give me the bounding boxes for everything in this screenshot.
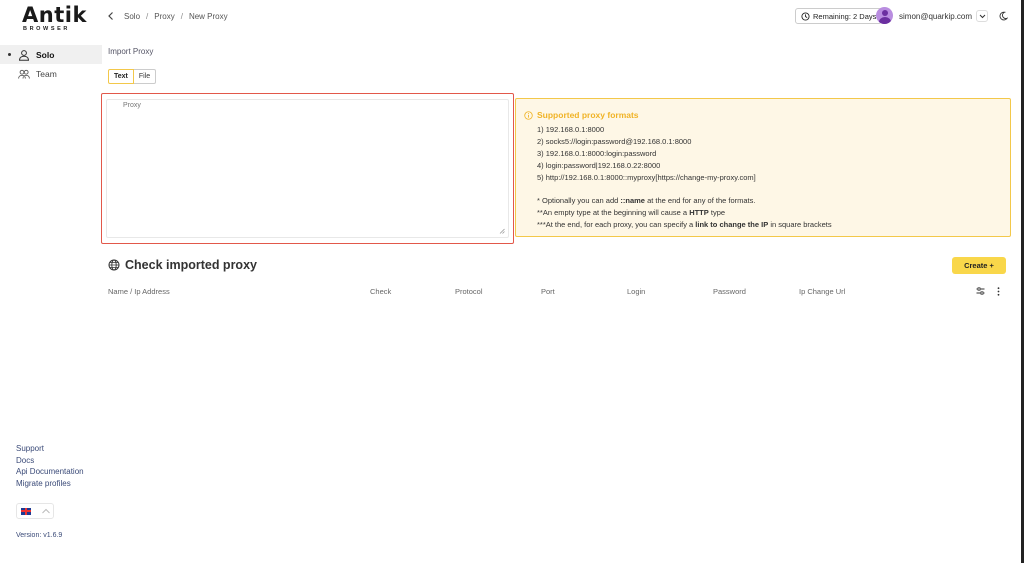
format-item: 3) 192.168.0.1:8000:login:password <box>537 149 657 158</box>
chevron-up-icon <box>42 508 50 514</box>
sidebar-nav: Solo Team <box>0 45 102 83</box>
check-proxy-title: Check imported proxy <box>108 258 257 272</box>
back-arrow-icon[interactable] <box>106 11 116 21</box>
note-text: **An empty type at the beginning will ca… <box>537 208 690 217</box>
note-text: * Optionally you can add <box>537 196 621 205</box>
format-item: 1) 192.168.0.1:8000 <box>537 125 605 134</box>
note-text: ***At the end, for each proxy, you can s… <box>537 220 696 229</box>
col-login[interactable]: Login <box>627 287 645 296</box>
sidebar-item-solo[interactable]: Solo <box>0 45 102 64</box>
tab-file[interactable]: File <box>133 69 157 84</box>
account-menu-button[interactable] <box>976 10 988 22</box>
top-header: Solo / Proxy / New Proxy Remaining: 2 Da… <box>102 0 1024 34</box>
sidebar-item-label: Team <box>36 68 57 79</box>
sidebar-item-team[interactable]: Team <box>0 64 102 83</box>
uk-flag-icon <box>21 507 31 515</box>
note-bold: link to change the IP <box>695 220 769 229</box>
breadcrumb-solo[interactable]: Solo <box>124 12 140 21</box>
migrate-profiles-link[interactable]: Migrate profiles <box>16 478 84 490</box>
col-check[interactable]: Check <box>370 287 391 296</box>
note-http: **An empty type at the beginning will ca… <box>537 207 832 219</box>
remaining-text: Remaining: 2 Days <box>813 11 877 21</box>
proxy-textarea-wrapper: Proxy <box>101 93 514 244</box>
proxy-table-header: Name / Ip Address Check Protocol Port Lo… <box>108 287 968 297</box>
support-link[interactable]: Support <box>16 443 84 455</box>
version-label: Version: v1.6.9 <box>16 532 63 539</box>
note-bold: ::name <box>620 196 645 205</box>
import-mode-tabs: Text File <box>108 69 157 84</box>
breadcrumb-proxy[interactable]: Proxy <box>154 12 174 21</box>
docs-link[interactable]: Docs <box>16 455 84 467</box>
globe-icon <box>108 259 120 271</box>
breadcrumb-separator: / <box>146 12 149 21</box>
table-actions <box>973 285 1005 297</box>
api-documentation-link[interactable]: Api Documentation <box>16 466 84 478</box>
sidebar-footer-links: Support Docs Api Documentation Migrate p… <box>16 443 84 490</box>
remaining-badge[interactable]: Remaining: 2 Days <box>795 8 883 24</box>
breadcrumb: Solo / Proxy / New Proxy <box>124 12 228 21</box>
moon-icon[interactable] <box>998 11 1008 21</box>
check-proxy-title-text: Check imported proxy <box>125 258 257 272</box>
note-bold: HTTP <box>689 208 709 217</box>
import-proxy-title: Import Proxy <box>108 47 154 56</box>
supported-formats-panel: Supported proxy formats 1) 192.168.0.1:8… <box>515 98 1011 237</box>
sliders-icon <box>976 287 984 295</box>
col-ip-change-url[interactable]: Ip Change Url <box>799 287 845 296</box>
resize-handle-icon[interactable] <box>499 228 505 234</box>
chevron-down-icon <box>979 14 985 18</box>
note-change-ip: ***At the end, for each proxy, you can s… <box>537 219 832 231</box>
logo-main-text: Antik <box>22 3 87 27</box>
note-name: * Optionally you can add ::name at the e… <box>537 195 832 207</box>
note-text: at the end for any of the formats. <box>644 196 756 205</box>
app-logo[interactable]: Antik BROWSER <box>22 3 87 33</box>
user-email[interactable]: simon@quarkip.com <box>899 12 972 21</box>
col-port[interactable]: Port <box>541 287 555 296</box>
language-selector[interactable] <box>16 503 54 519</box>
note-text: in square brackets <box>768 220 832 229</box>
column-settings-button[interactable] <box>973 285 987 297</box>
info-title-text: Supported proxy formats <box>537 110 639 120</box>
proxy-field-label: Proxy <box>121 102 143 109</box>
format-list: 1) 192.168.0.1:8000 2) socks5://login:pa… <box>537 124 832 231</box>
info-title: Supported proxy formats <box>524 110 639 120</box>
sidebar-item-label: Solo <box>36 49 55 60</box>
format-item: 5) http://192.168.0.1:8000::myproxy[http… <box>537 173 756 182</box>
col-protocol[interactable]: Protocol <box>455 287 483 296</box>
format-item: 4) login:password|192.168.0.22:8000 <box>537 161 661 170</box>
active-dot <box>8 53 11 56</box>
format-item: 2) socks5://login:password@192.168.0.1:8… <box>537 137 692 146</box>
clock-icon <box>801 11 810 21</box>
sidebar: Antik BROWSER Solo Team Support Docs Api… <box>0 0 102 563</box>
tab-text[interactable]: Text <box>108 69 134 84</box>
create-button[interactable]: Create + <box>952 257 1006 274</box>
col-name-ip[interactable]: Name / Ip Address <box>108 287 170 296</box>
col-password[interactable]: Password <box>713 287 746 296</box>
avatar[interactable] <box>876 7 893 24</box>
app-window: Antik BROWSER Solo Team Support Docs Api… <box>0 0 1024 563</box>
breadcrumb-separator: / <box>180 12 183 21</box>
team-icon <box>18 69 30 79</box>
breadcrumb-new-proxy: New Proxy <box>188 12 228 21</box>
more-options-button[interactable] <box>991 285 1005 297</box>
vertical-dots-icon <box>997 286 999 296</box>
note-text: type <box>708 208 726 217</box>
user-icon <box>18 49 30 61</box>
info-icon <box>524 110 533 120</box>
proxy-textarea[interactable]: Proxy <box>106 99 509 238</box>
